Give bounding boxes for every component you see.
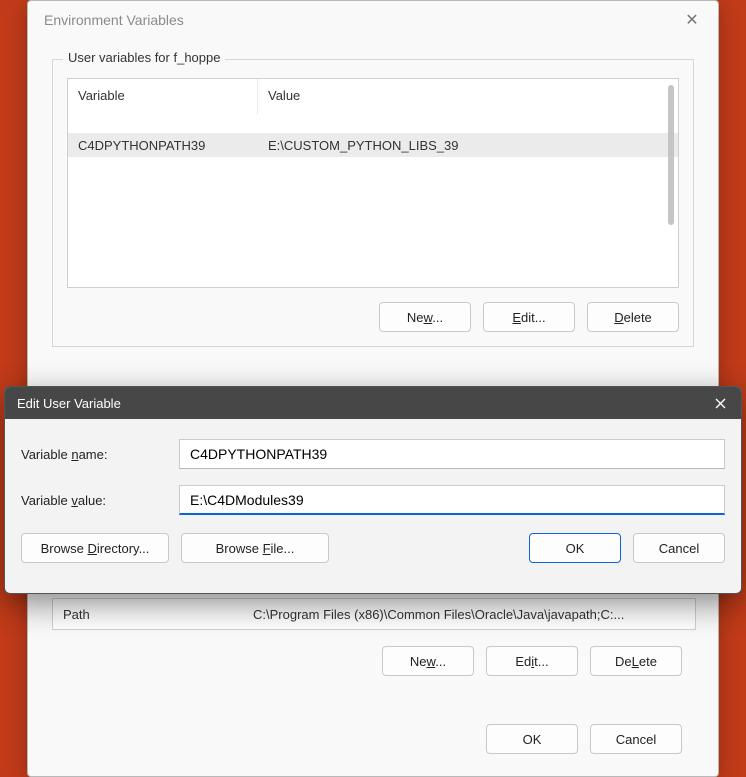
variable-name-label: Variable name: (21, 447, 179, 462)
table-row[interactable]: C4DPYTHONPATH39 E:\CUSTOM_PYTHON_LIBS_39 (68, 133, 678, 157)
env-cancel-button[interactable]: Cancel (590, 724, 682, 754)
user-vars-buttons: New... Edit... Delete (67, 302, 679, 332)
browse-file-button[interactable]: Browse File... (181, 533, 329, 563)
window-close-button[interactable]: ✕ (678, 6, 706, 34)
variable-name-input[interactable] (179, 439, 725, 469)
env-ok-button[interactable]: OK (486, 724, 578, 754)
env-titlebar[interactable]: Environment Variables ✕ (28, 1, 718, 39)
scrollbar[interactable] (668, 85, 674, 225)
variable-name-row: Variable name: (21, 439, 725, 469)
row-variable: C4DPYTHONPATH39 (68, 138, 258, 153)
delete-user-var-button[interactable]: Delete (587, 302, 679, 332)
variable-value-label: Variable value: (21, 493, 179, 508)
modal-close-button[interactable] (707, 392, 733, 414)
edit-user-var-button[interactable]: Edit... (483, 302, 575, 332)
table-spacer (68, 115, 678, 133)
delete-system-var-button[interactable]: DeLete (590, 646, 682, 676)
user-variables-group: User variables for f_hoppe Variable Valu… (52, 59, 694, 347)
system-vars-buttons: New... Edit... DeLete (52, 646, 696, 676)
new-user-var-button[interactable]: New... (379, 302, 471, 332)
column-value[interactable]: Value (258, 79, 678, 114)
modal-cancel-button[interactable]: Cancel (633, 533, 725, 563)
modal-ok-button[interactable]: OK (529, 533, 621, 563)
new-system-var-button[interactable]: New... (382, 646, 474, 676)
browse-directory-button[interactable]: Browse Directory... (21, 533, 169, 563)
env-content: User variables for f_hoppe Variable Valu… (28, 39, 718, 371)
column-variable[interactable]: Variable (68, 79, 258, 114)
table-header[interactable]: Variable Value (68, 79, 678, 115)
system-vars-row-peek[interactable]: Path C:\Program Files (x86)\Common Files… (52, 598, 696, 630)
dialog-buttons: OK Cancel (52, 724, 696, 754)
user-variables-table[interactable]: Variable Value C4DPYTHONPATH39 E:\CUSTOM… (67, 78, 679, 288)
modal-titlebar[interactable]: Edit User Variable (5, 387, 741, 419)
modal-title: Edit User Variable (17, 396, 121, 411)
modal-body: Variable name: Variable value: Browse Di… (5, 419, 741, 575)
row-value: E:\CUSTOM_PYTHON_LIBS_39 (258, 138, 678, 153)
edit-system-var-button[interactable]: Edit... (486, 646, 578, 676)
user-variables-label: User variables for f_hoppe (63, 50, 225, 65)
edit-user-variable-dialog: Edit User Variable Variable name: Variab… (4, 386, 742, 594)
variable-value-input[interactable] (179, 485, 725, 515)
close-icon (715, 398, 726, 409)
variable-value-row: Variable value: (21, 485, 725, 515)
modal-buttons: Browse Directory... Browse File... OK Ca… (21, 533, 725, 563)
sys-row-value: C:\Program Files (x86)\Common Files\Orac… (243, 607, 695, 622)
sys-row-variable: Path (53, 607, 243, 622)
window-title: Environment Variables (44, 12, 184, 28)
